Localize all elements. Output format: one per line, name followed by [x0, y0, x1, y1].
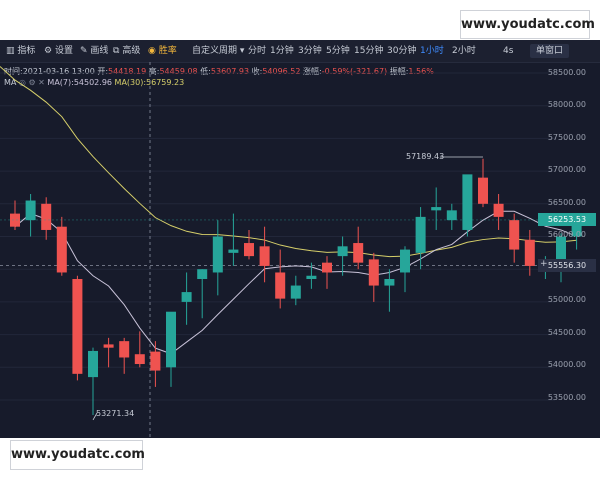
candle-down [493, 203, 504, 217]
candle-up [290, 285, 301, 299]
candle-up [197, 269, 208, 280]
candle-up [446, 210, 457, 221]
candle-down [119, 341, 130, 358]
candle-down [322, 262, 332, 273]
current-price-badge: 56253.53 [538, 213, 596, 226]
price-axis-label: 56000.00 [547, 230, 586, 239]
price-axis-label: 58500.00 [547, 68, 586, 77]
price-axis-label: 54500.00 [547, 328, 586, 337]
low-marker-label: 53271.34 [96, 409, 135, 418]
candle-down [150, 351, 161, 371]
candle-up [415, 216, 426, 253]
high-marker-label: 57189.43 [406, 152, 445, 161]
candle-up [431, 207, 442, 211]
price-axis-label: 58000.00 [547, 100, 586, 109]
candle-down [259, 246, 270, 266]
candle-down [368, 259, 379, 286]
candle-down [524, 239, 535, 266]
candle-down [10, 213, 20, 227]
watermark-bottom: www.youdatc.com [10, 440, 145, 470]
candle-up [462, 174, 473, 230]
candle-up [400, 249, 410, 273]
price-axis-label: 55000.00 [547, 295, 586, 304]
price-axis-label: 54000.00 [547, 360, 586, 369]
price-axis-label: 57000.00 [547, 165, 586, 174]
price-axis-label: 53500.00 [547, 393, 586, 402]
candle-down [134, 354, 145, 365]
candle-down [509, 220, 520, 250]
ma30-line [0, 66, 577, 258]
chart-panel: ▥ 指标 ⚙ 设置 ✎ 画线 ⧉ 高级 ◉ 胜率 自定义周期 ▾ 分时 1分钟 … [0, 40, 600, 438]
candle-down [72, 279, 83, 374]
price-axis-label: 56500.00 [547, 198, 586, 207]
candle-down [56, 226, 67, 273]
candle-up [88, 350, 98, 378]
candle-down [275, 272, 286, 299]
candle-up [306, 275, 317, 280]
candlestick-chart[interactable] [0, 40, 600, 438]
candle-up [166, 311, 176, 368]
candle-down [41, 203, 52, 230]
candle-up [384, 279, 395, 286]
candle-down [353, 243, 364, 263]
candle-up [25, 200, 36, 221]
price-axis-label: 57500.00 [547, 133, 586, 142]
candle-up [556, 236, 566, 260]
candle-down [103, 344, 114, 348]
add-alert-icon[interactable]: + [540, 259, 548, 269]
candle-up [337, 246, 348, 257]
candle-down [244, 243, 254, 257]
watermark-top: www.youdatc.com [460, 10, 595, 39]
candle-up [212, 236, 223, 273]
candle-up [228, 249, 239, 253]
candle-up [181, 292, 192, 302]
candle-down [478, 177, 488, 204]
